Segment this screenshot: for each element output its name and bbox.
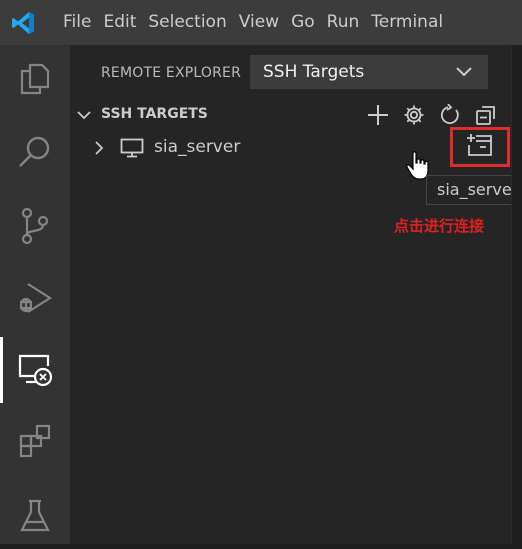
side-bar: REMOTE EXPLORER SSH Targets SSH TARGETS	[70, 45, 522, 544]
editor-area-edge	[511, 45, 522, 544]
menu-bar: File Edit Selection View Go Run Terminal	[0, 0, 522, 45]
run-debug-icon[interactable]	[0, 265, 70, 331]
menu-terminal[interactable]: Terminal	[369, 0, 453, 45]
menu-edit[interactable]: Edit	[101, 0, 146, 45]
tooltip: sia_server	[426, 175, 522, 205]
menu-view[interactable]: View	[237, 0, 289, 45]
menu-go[interactable]: Go	[289, 0, 325, 45]
highlight-box	[450, 127, 510, 167]
gear-icon[interactable]	[402, 103, 426, 127]
source-control-icon[interactable]	[0, 193, 70, 259]
section-title: SSH TARGETS	[101, 106, 208, 122]
chevron-down-icon	[76, 107, 92, 127]
extensions-icon[interactable]	[0, 409, 70, 475]
ssh-target-label: sia_server	[154, 137, 241, 157]
activity-bar	[0, 45, 70, 544]
testing-icon[interactable]	[0, 483, 70, 549]
chevron-down-icon	[455, 66, 473, 78]
annotation-label: 点击进行连接	[394, 217, 485, 235]
monitor-icon	[120, 138, 144, 162]
add-icon[interactable]	[366, 103, 390, 127]
view-title: REMOTE EXPLORER	[101, 65, 242, 81]
menu-run[interactable]: Run	[325, 0, 370, 45]
search-icon[interactable]	[0, 119, 70, 185]
menu-selection[interactable]: Selection	[146, 0, 236, 45]
collapse-all-icon[interactable]	[474, 103, 498, 127]
target-select-value: SSH Targets	[263, 62, 365, 82]
ssh-targets-section-header[interactable]: SSH TARGETS	[70, 101, 522, 129]
remote-target-select[interactable]: SSH Targets	[250, 55, 488, 89]
remote-explorer-icon[interactable]	[0, 337, 70, 403]
vscode-logo-icon	[0, 0, 45, 45]
refresh-icon[interactable]	[438, 103, 462, 127]
chevron-right-icon[interactable]	[92, 140, 106, 160]
menu-file[interactable]: File	[45, 0, 101, 45]
files-icon[interactable]	[0, 45, 70, 111]
